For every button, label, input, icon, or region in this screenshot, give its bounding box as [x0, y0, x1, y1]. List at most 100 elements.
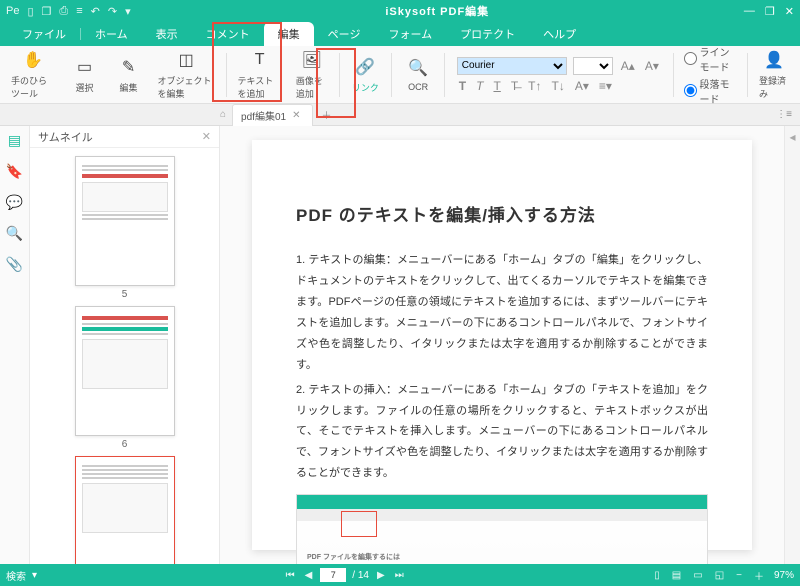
qat-save-icon[interactable]: ❐ [42, 5, 52, 18]
content-heading: PDF のテキストを編集/挿入する方法 [296, 200, 708, 232]
thumbnail-number: 6 [75, 439, 175, 450]
thumbnail-item[interactable]: 5 [75, 156, 175, 300]
document-tab[interactable]: pdf編集01 ✕ [232, 104, 313, 126]
qat-list-icon[interactable]: ≡ [76, 5, 82, 17]
nav-first-icon[interactable]: ⏮ [284, 570, 297, 581]
document-tabstrip: ⌂ pdf編集01 ✕ ＋ ⋮≡ [0, 104, 800, 126]
ocr-label: OCR [408, 82, 428, 92]
app-badge: Pe [6, 5, 19, 17]
underline-icon[interactable]: T [491, 79, 502, 93]
zoom-out-icon[interactable]: − [734, 570, 744, 581]
tab-home[interactable]: ホーム [81, 22, 142, 46]
thumbnails-title: サムネイル [38, 129, 93, 145]
font-family-select[interactable]: Courier [457, 57, 567, 75]
font-color-icon[interactable]: A▾ [573, 79, 591, 93]
hand-icon: ✋ [22, 49, 44, 71]
maximize-button[interactable]: ❐ [765, 5, 775, 18]
font-grow-icon[interactable]: A▴ [619, 59, 637, 73]
link-icon: 🔗 [354, 56, 376, 78]
edit-object-icon: ◫ [175, 49, 197, 71]
qat-dropdown-icon[interactable]: ▾ [125, 5, 131, 18]
qat-redo-icon[interactable]: ↷ [108, 5, 117, 18]
user-icon: 👤 [763, 49, 785, 71]
thumbnails-close-icon[interactable]: ✕ [202, 130, 211, 143]
tabstrip-menu-icon[interactable]: ⋮≡ [776, 109, 800, 120]
add-image-icon: 🖼 [301, 49, 323, 71]
thumbnail-item[interactable]: 6 [75, 306, 175, 450]
tab-edit[interactable]: 編集 [264, 22, 314, 46]
select-icon: ▭ [74, 56, 96, 78]
sub-icon[interactable]: T↓ [550, 79, 567, 93]
bold-icon[interactable]: T [457, 79, 468, 93]
link-label: リンク [352, 81, 379, 94]
thumbnails-header: サムネイル ✕ [30, 126, 219, 148]
tab-protect[interactable]: プロテクト [446, 22, 529, 46]
nav-next-icon[interactable]: ▶ [375, 570, 387, 581]
page-total-label: / 14 [352, 570, 369, 581]
embedded-screenshot: PDF ファイルを編集するには [296, 494, 708, 564]
add-image-button[interactable]: 🖼 画像を追加 [291, 47, 333, 102]
tab-home-icon[interactable]: ⌂ [220, 109, 226, 120]
tab-comment[interactable]: コメント [192, 22, 264, 46]
comments-panel-button[interactable]: 💬 [6, 194, 23, 211]
qat-print-icon[interactable]: ⎙ [59, 5, 68, 18]
hand-tool-button[interactable]: ✋ 手のひらツール [6, 47, 61, 102]
tab-form[interactable]: フォーム [374, 22, 446, 46]
qat-undo-icon[interactable]: ↶ [91, 5, 100, 18]
font-size-select[interactable] [573, 57, 613, 75]
tab-page[interactable]: ページ [314, 22, 375, 46]
tab-help[interactable]: ヘルプ [529, 22, 590, 46]
thumbnail-number: 5 [75, 289, 175, 300]
app-title: iSkysoft PDF編集 [131, 3, 744, 19]
edit-tool-label: 編集 [120, 81, 138, 94]
add-tab-button[interactable]: ＋ [313, 107, 339, 122]
italic-icon[interactable]: T [474, 79, 485, 93]
view-fit-icon[interactable]: ◱ [713, 570, 726, 581]
document-tab-close-icon[interactable]: ✕ [292, 110, 300, 121]
edit-tool-button[interactable]: ✎ 編集 [109, 54, 149, 96]
qat-open-icon[interactable]: ▯ [27, 5, 33, 18]
attachments-panel-button[interactable]: 📎 [6, 256, 23, 273]
zoom-in-icon[interactable]: ＋ [752, 568, 766, 583]
titlebar: Pe ▯ ❐ ⎙ ≡ ↶ ↷ ▾ iSkysoft PDF編集 — ❐ ✕ [0, 0, 800, 22]
thumbnails-list[interactable]: 5 6 7 [30, 148, 219, 564]
tab-view[interactable]: 表示 [142, 22, 192, 46]
window-buttons: — ❐ ✕ [744, 5, 794, 18]
thumbnail-item-selected[interactable]: 7 [75, 456, 175, 564]
page-number-input[interactable] [320, 568, 346, 582]
edit-mode-group: ラインモード 段落モード [680, 44, 742, 106]
view-continuous-icon[interactable]: ▤ [670, 570, 683, 581]
ribbon: ✋ 手のひらツール ▭ 選択 ✎ 編集 ◫ オブジェクトを編集 T テキストを追… [0, 46, 800, 104]
nav-prev-icon[interactable]: ◀ [303, 570, 315, 581]
align-icon[interactable]: ≡▾ [597, 79, 614, 93]
select-tool-label: 選択 [76, 81, 94, 94]
workarea: ▤ 🔖 💬 🔍 📎 サムネイル ✕ 5 6 7 PDF のテ [0, 126, 800, 564]
ocr-button[interactable]: 🔍 OCR [398, 55, 438, 94]
signed-in-button[interactable]: 👤 登録済み [754, 47, 794, 102]
line-mode-radio[interactable]: ラインモード [684, 44, 738, 74]
view-single-icon[interactable]: ▯ [652, 570, 662, 581]
right-panel-handle[interactable]: ◂ [784, 126, 800, 564]
font-shrink-icon[interactable]: A▾ [643, 59, 661, 73]
nav-last-icon[interactable]: ⏭ [393, 570, 406, 581]
super-icon[interactable]: T↑ [526, 79, 543, 93]
page-sheet: PDF のテキストを編集/挿入する方法 1. テキストの編集：メニューバーにある… [252, 140, 752, 550]
bookmarks-panel-button[interactable]: 🔖 [6, 163, 23, 180]
select-tool-button[interactable]: ▭ 選択 [65, 54, 105, 96]
para-mode-radio[interactable]: 段落モード [684, 76, 738, 106]
page-view[interactable]: PDF のテキストを編集/挿入する方法 1. テキストの編集：メニューバーにある… [220, 126, 784, 564]
content-paragraph: 1. テキストの編集：メニューバーにある「ホーム」タブの「編集」をクリックし、ド… [296, 250, 708, 375]
close-button[interactable]: ✕ [785, 5, 794, 18]
thumbnails-panel: サムネイル ✕ 5 6 7 [30, 126, 220, 564]
view-facing-icon[interactable]: ▭ [691, 570, 704, 581]
edit-object-button[interactable]: ◫ オブジェクトを編集 [153, 47, 220, 102]
status-search-dropdown-icon[interactable]: ▾ [32, 570, 37, 581]
add-text-button[interactable]: T テキストを追加 [233, 47, 287, 102]
minimize-button[interactable]: — [744, 5, 755, 18]
link-button[interactable]: 🔗 リンク [345, 54, 385, 96]
search-panel-button[interactable]: 🔍 [6, 225, 23, 242]
tab-file[interactable]: ファイル [8, 22, 80, 46]
strike-icon[interactable]: T̶ [509, 79, 520, 93]
hand-tool-label: 手のひらツール [11, 74, 56, 100]
thumbnails-panel-button[interactable]: ▤ [8, 132, 21, 149]
